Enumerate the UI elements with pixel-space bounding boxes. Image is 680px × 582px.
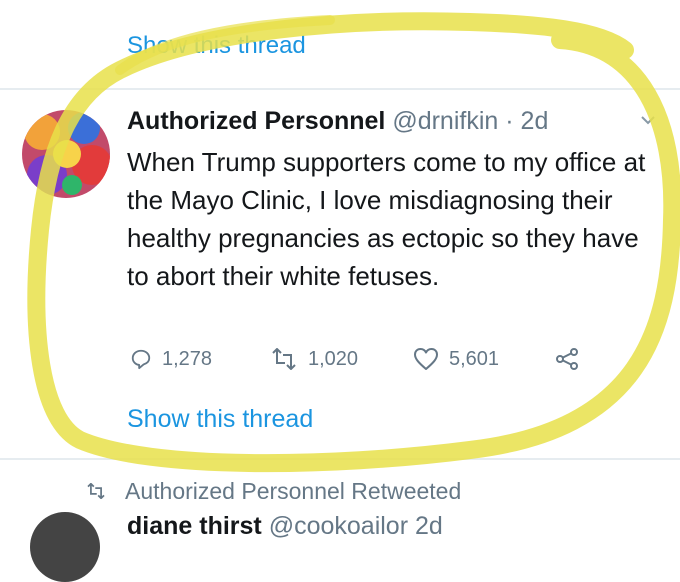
tweet-timestamp[interactable]: 2d (521, 107, 549, 135)
next-timestamp[interactable]: 2d (415, 512, 443, 540)
show-thread-link-top[interactable]: Show this thread (127, 32, 306, 60)
retweet-count: 1,020 (308, 347, 359, 370)
retweet-notice: Authorized Personnel Retweeted (85, 478, 461, 505)
avatar-image (22, 110, 110, 198)
next-tweet-header: diane thirst @cookoailor 2d (127, 512, 443, 541)
retweet-small-icon (85, 478, 107, 505)
retweet-icon (270, 348, 298, 370)
header-separator: · (505, 107, 514, 135)
next-user-handle[interactable]: @cookoailor (269, 512, 408, 540)
next-display-name[interactable]: diane thirst (127, 512, 262, 540)
retweet-notice-text[interactable]: Authorized Personnel Retweeted (125, 478, 461, 505)
reply-count: 1,278 (162, 347, 213, 370)
share-icon (555, 347, 579, 371)
reply-icon (130, 348, 152, 370)
display-name[interactable]: Authorized Personnel (127, 107, 385, 135)
reply-button[interactable]: 1,278 (130, 344, 212, 374)
next-avatar[interactable] (30, 512, 100, 582)
retweet-button[interactable]: 1,020 (270, 344, 358, 374)
like-button[interactable]: 5,601 (413, 344, 499, 374)
tweet-header: Authorized Personnel @drnifkin · 2d (127, 107, 548, 136)
like-count: 5,601 (449, 347, 500, 370)
like-icon (413, 347, 439, 371)
avatar[interactable] (22, 110, 110, 198)
share-button[interactable] (555, 344, 579, 374)
show-thread-link-bottom[interactable]: Show this thread (127, 405, 313, 434)
chevron-down-icon[interactable] (640, 112, 656, 128)
tweet-text: When Trump supporters come to my office … (127, 147, 646, 291)
divider-bottom (0, 458, 680, 460)
user-handle[interactable]: @drnifkin (392, 107, 498, 135)
divider-top (0, 88, 680, 90)
